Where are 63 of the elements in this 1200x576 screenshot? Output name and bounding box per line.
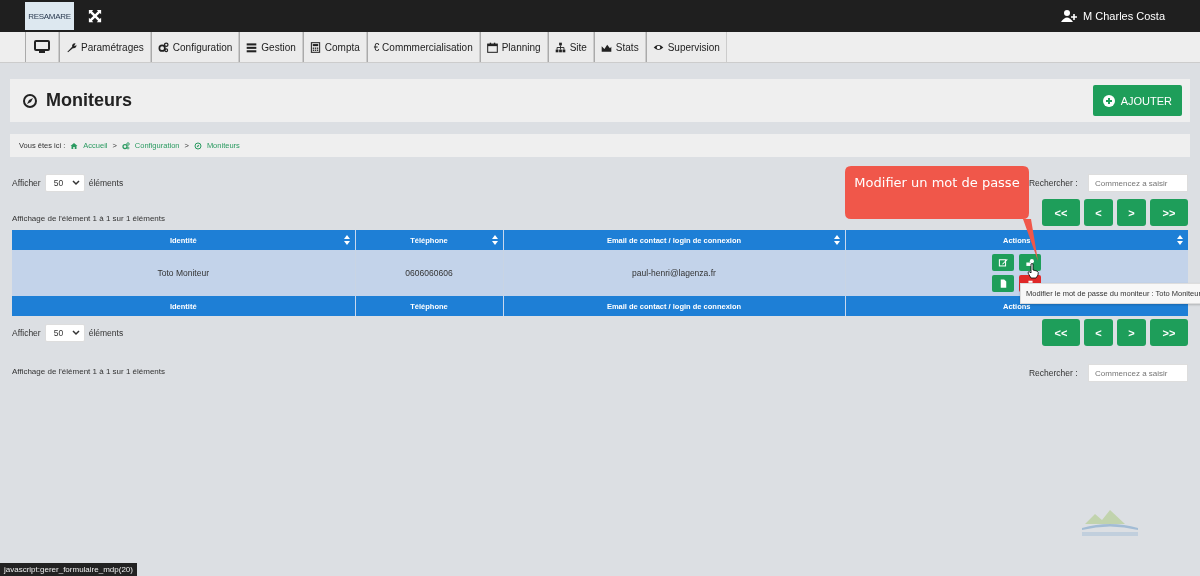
mountain-logo-icon <box>1080 508 1140 538</box>
calendar-icon <box>486 41 498 53</box>
pager-button[interactable]: < <box>1084 319 1113 346</box>
wrench-icon <box>66 41 77 53</box>
chevron-down-icon <box>71 329 80 336</box>
nav-item[interactable]: Site <box>547 32 594 62</box>
table-info: Affichage de l'élément 1 à 1 sur 1 éléments <box>12 214 166 223</box>
sort-icon[interactable] <box>833 235 840 245</box>
search-label: Rechercher : <box>1028 368 1078 378</box>
nav-item[interactable]: Stats <box>593 32 646 62</box>
gears-icon <box>157 41 169 53</box>
status-bar: javascript:gerer_formulaire_mdp(20) <box>0 563 137 576</box>
nav-item[interactable]: Planning <box>479 32 548 62</box>
show-label: Afficher <box>12 178 41 188</box>
pager-button[interactable]: << <box>1042 319 1080 346</box>
pager-button[interactable]: >> <box>1150 319 1188 346</box>
sort-icon[interactable] <box>1177 235 1183 245</box>
calculator-icon <box>309 41 321 53</box>
monitor-button[interactable] <box>25 32 59 62</box>
table-cell: 0606060606 <box>355 250 503 296</box>
search-field[interactable]: Commencez a saisir <box>1088 174 1188 192</box>
pager-button[interactable]: >> <box>1150 199 1188 226</box>
search-field[interactable]: Commencez a saisir <box>1088 364 1188 382</box>
document-button[interactable] <box>992 275 1015 292</box>
sitemap-icon <box>554 41 566 53</box>
nav-item[interactable]: Gestion <box>239 32 303 62</box>
pager-button[interactable]: << <box>1042 199 1080 226</box>
search-label: Rechercher : <box>1028 178 1078 188</box>
show-label: Afficher <box>12 327 41 338</box>
sort-icon[interactable] <box>343 235 350 245</box>
compass-icon <box>22 92 38 109</box>
fullscreen-icon[interactable] <box>88 9 102 23</box>
home-icon <box>70 141 79 150</box>
sort-icon[interactable] <box>491 235 498 245</box>
logo[interactable]: RESAMARE <box>25 2 74 30</box>
gears-icon <box>121 141 130 150</box>
plus-circle-icon <box>1102 94 1115 107</box>
nav-item[interactable]: Supervision <box>645 32 727 62</box>
table-cell: Toto Moniteur <box>12 250 355 296</box>
nav-item[interactable]: Configuration <box>150 32 240 62</box>
show-suffix: éléments <box>88 178 124 188</box>
nav-item[interactable]: € Commmercialisation <box>366 32 480 62</box>
show-suffix: éléments <box>88 327 124 338</box>
pager-button[interactable]: > <box>1117 319 1146 346</box>
user-add-icon[interactable] <box>1061 10 1078 22</box>
table-cell: paul-henri@lagenza.fr <box>503 250 845 296</box>
add-button[interactable]: AJOUTER <box>1092 85 1182 116</box>
page-size-select[interactable]: 50 <box>44 323 85 342</box>
pager-button[interactable]: > <box>1117 199 1146 226</box>
compass-icon <box>193 141 202 150</box>
monitor-icon <box>34 39 50 55</box>
list-icon <box>246 41 258 53</box>
nav-item[interactable]: Paramétrages <box>59 32 151 62</box>
user-name[interactable]: M Charles Costa <box>1083 10 1165 22</box>
hand-cursor-icon <box>1027 263 1039 279</box>
nav-item[interactable]: Compta <box>302 32 367 62</box>
pager-button[interactable]: < <box>1084 199 1113 226</box>
page-title: Moniteurs <box>46 90 132 111</box>
page-size-select[interactable]: 50 <box>44 174 85 192</box>
pencil-square-icon <box>997 257 1009 268</box>
table-info: Affichage de l'élément 1 à 1 sur 1 éléments <box>12 367 166 376</box>
chevron-down-icon <box>71 180 80 186</box>
callout-text: Modifier un mot de passe <box>853 174 1021 192</box>
